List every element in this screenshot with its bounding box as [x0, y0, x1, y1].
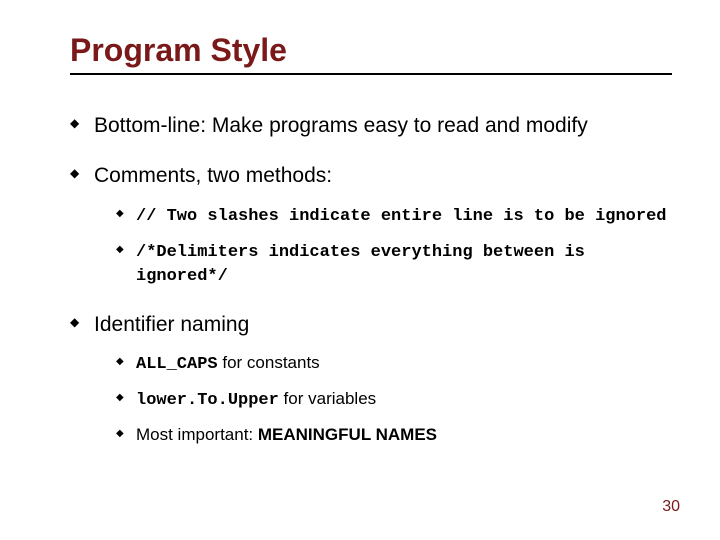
bullet-text: for constants [218, 353, 320, 372]
code-text: lower.To.Upper [136, 391, 279, 410]
list-item: /*Delimiters indicates everything betwee… [116, 240, 672, 288]
bullet-text: Most important: [136, 425, 258, 444]
list-item: ALL_CAPS for constants [116, 352, 672, 376]
page-title: Program Style [70, 32, 672, 75]
list-item: // Two slashes indicate entire line is t… [116, 204, 672, 228]
page-number: 30 [662, 498, 680, 516]
code-text: ALL_CAPS [136, 355, 218, 374]
bold-text: MEANINGFUL NAMES [258, 425, 437, 444]
list-item: Identifier naming ALL_CAPS for constants… [70, 312, 672, 447]
bullet-list: Bottom-line: Make programs easy to read … [70, 113, 672, 446]
bullet-text: Identifier naming [94, 313, 249, 336]
list-item: Comments, two methods: // Two slashes in… [70, 163, 672, 288]
list-item: Bottom-line: Make programs easy to read … [70, 113, 672, 139]
sub-list: // Two slashes indicate entire line is t… [116, 204, 672, 288]
list-item: Most important: MEANINGFUL NAMES [116, 424, 672, 446]
sub-list: ALL_CAPS for constants lower.To.Upper fo… [116, 352, 672, 446]
bullet-text: for variables [279, 389, 376, 408]
bullet-text: Comments, two methods: [94, 164, 332, 187]
code-text: /*Delimiters indicates everything betwee… [136, 243, 585, 286]
slide: Program Style Bottom-line: Make programs… [0, 0, 720, 540]
bullet-text: Bottom-line: Make programs easy to read … [94, 114, 588, 137]
code-text: // Two slashes indicate entire line is t… [136, 207, 667, 226]
list-item: lower.To.Upper for variables [116, 388, 672, 412]
